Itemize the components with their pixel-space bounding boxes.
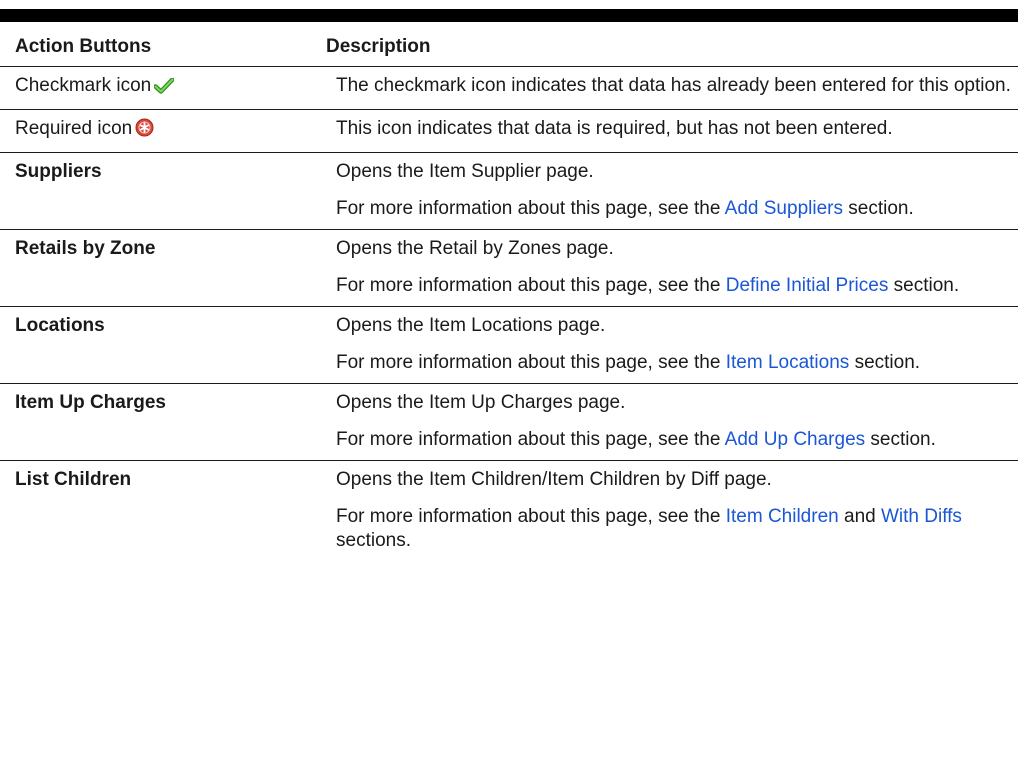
header-action-buttons: Action Buttons [0,22,326,67]
table-row: Retails by Zone Opens the Retail by Zone… [0,229,1018,307]
description-text: Opens the Item Up Charges page. [336,392,626,413]
description-cell: Opens the Item Children/Item Children by… [326,461,1018,562]
with-diffs-link[interactable]: With Diffs [881,506,962,527]
add-suppliers-link[interactable]: Add Suppliers [725,198,843,219]
action-label: Suppliers [15,161,102,182]
action-cell: List Children [0,461,326,562]
action-label: Locations [15,315,105,336]
table-row: Required icon This icon indicates that d… [0,109,1018,153]
action-label: Checkmark icon [15,75,152,96]
more-info-text: For more information about this page, se… [336,275,960,296]
action-label: List Children [15,469,132,490]
table-header-row: Action Buttons Description [0,22,1018,67]
table-row: Item Up Charges Opens the Item Up Charge… [0,383,1018,461]
description-cell: The checkmark icon indicates that data h… [326,66,1018,110]
description-cell: This icon indicates that data is require… [326,109,1018,153]
table-row: Checkmark icon The checkmark icon indica… [0,66,1018,110]
more-info-text: For more information about this page, se… [336,352,921,373]
description-text: Opens the Retail by Zones page. [336,238,614,259]
table-row: Locations Opens the Item Locations page.… [0,306,1018,384]
description-text: Opens the Item Locations page. [336,315,606,336]
action-label: Item Up Charges [15,392,166,413]
description-cell: Opens the Item Supplier page. For more i… [326,152,1018,230]
description-text: This icon indicates that data is require… [336,118,893,139]
action-cell: Checkmark icon [0,66,326,110]
table-row: Suppliers Opens the Item Supplier page. … [0,152,1018,230]
action-cell: Item Up Charges [0,383,326,461]
action-cell: Suppliers [0,152,326,230]
action-cell: Locations [0,306,326,384]
description-text: Opens the Item Supplier page. [336,161,594,182]
header-description: Description [326,22,1018,67]
action-buttons-table: Action Buttons Description Checkmark ico… [0,22,1018,561]
top-rule [0,9,1018,22]
description-text: Opens the Item Children/Item Children by… [336,469,772,490]
action-label: Required icon [15,118,133,139]
description-cell: Opens the Retail by Zones page. For more… [326,229,1018,307]
more-info-text: For more information about this page, se… [336,198,914,219]
add-up-charges-link[interactable]: Add Up Charges [725,429,865,450]
more-info-text: For more information about this page, se… [336,506,962,551]
required-icon [135,118,154,144]
description-cell: Opens the Item Up Charges page. For more… [326,383,1018,461]
action-cell: Retails by Zone [0,229,326,307]
description-cell: Opens the Item Locations page. For more … [326,306,1018,384]
more-info-text: For more information about this page, se… [336,429,936,450]
define-initial-prices-link[interactable]: Define Initial Prices [726,275,889,296]
item-locations-link[interactable]: Item Locations [726,352,850,373]
action-cell: Required icon [0,109,326,153]
table-row: List Children Opens the Item Children/It… [0,461,1018,562]
checkmark-icon [153,77,175,101]
action-label: Retails by Zone [15,238,156,259]
item-children-link[interactable]: Item Children [726,506,839,527]
description-text: The checkmark icon indicates that data h… [336,75,1011,96]
